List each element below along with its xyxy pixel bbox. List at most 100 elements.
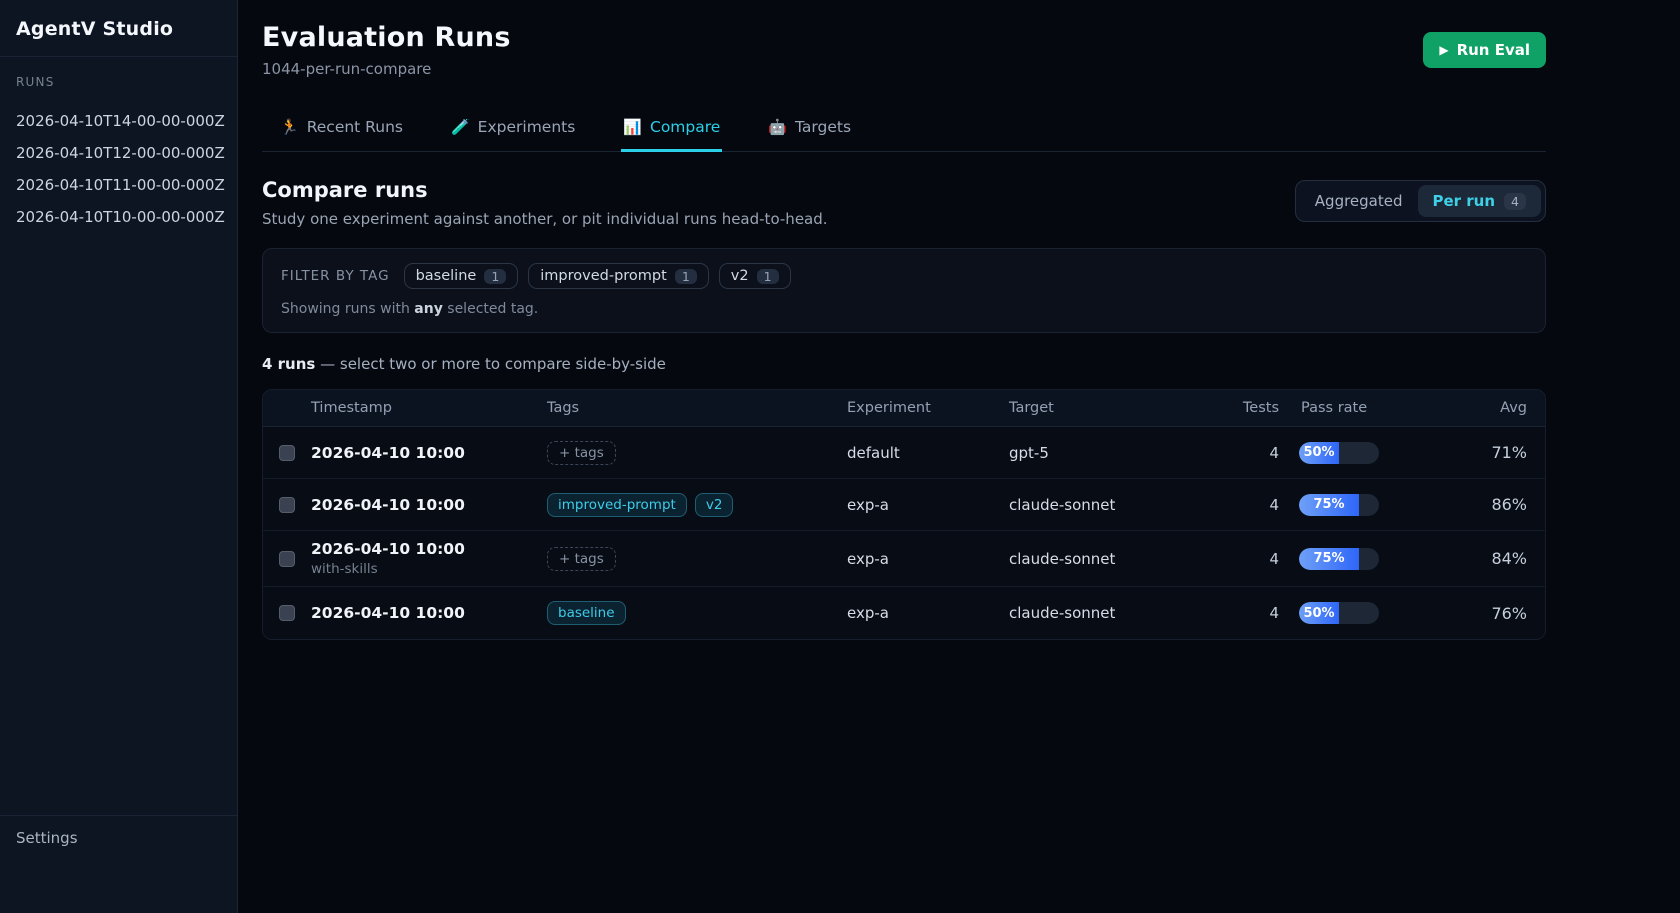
col-pass-rate: Pass rate [1279,400,1399,416]
runs-summary-text: — select two or more to compare side-by-… [315,355,666,373]
run-tag-improved-prompt[interactable]: improved-prompt [547,493,687,517]
timestamp-cell: 2026-04-10 10:00 [311,595,547,631]
play-icon: ▶ [1439,43,1448,57]
pass-rate-fill: 50% [1299,602,1339,624]
runs-section: RUNS 2026-04-10T14-00-00-000Z2026-04-10T… [0,57,237,233]
pass-rate-fill: 75% [1299,548,1359,570]
row-timestamp: 2026-04-10 10:00 [311,540,547,558]
avg-cell: 76% [1399,604,1527,623]
row-timestamp: 2026-04-10 10:00 [311,604,547,622]
toggle-aggregated[interactable]: Aggregated [1300,185,1418,217]
filter-hint: Showing runs with any selected tag. [281,301,1527,317]
row-checkbox[interactable] [279,497,295,513]
target-cell: claude-sonnet [1009,496,1224,514]
experiment-cell: default [847,444,1009,462]
row-checkbox[interactable] [279,445,295,461]
experiment-cell: exp-a [847,550,1009,568]
pass-rate-cell: 50% [1279,442,1399,464]
robot-icon: 🤖 [768,118,787,136]
filter-tag-count: 1 [675,269,697,284]
filter-tag-list: baseline1 improved-prompt 1 v2 1 [404,263,791,289]
add-tags-button[interactable]: + tags [547,547,616,571]
runs-summary-count: 4 runs [262,355,315,373]
tab-label: Recent Runs [307,118,403,136]
filter-tag-name: baseline [416,268,477,284]
per-run-count-badge: 4 [1504,193,1526,210]
filter-hint-bold: any [414,301,443,317]
row-checkbox[interactable] [279,605,295,621]
avg-cell: 71% [1399,443,1527,462]
add-tags-button[interactable]: + tags [547,441,616,465]
runs-section-label: RUNS [16,75,221,89]
timestamp-cell: 2026-04-10 10:00 [311,435,547,471]
settings-link[interactable]: Settings [0,815,237,913]
row-timestamp: 2026-04-10 10:00 [311,444,547,462]
filter-card: FILTER BY TAG baseline1improved-prompt1v… [262,248,1546,333]
tab-label: Compare [650,118,720,136]
toggle-per-run[interactable]: Per run 4 [1418,185,1542,217]
target-cell: gpt-5 [1009,444,1224,462]
compare-section-head: Compare runs Study one experiment agains… [262,178,1546,228]
filter-hint-prefix: Showing runs with [281,301,414,317]
experiment-cell: exp-a [847,496,1009,514]
checkbox-cell [263,445,311,461]
filter-tag-count: 1 [757,269,779,284]
app-title: AgentV Studio [0,0,237,57]
pass-rate-cell: 50% [1279,602,1399,624]
sidebar-run-item[interactable]: 2026-04-10T12-00-00-000Z [16,137,221,169]
col-tags: Tags [547,400,847,416]
target-cell: claude-sonnet [1009,604,1224,622]
tab-bar: 🏃 Recent Runs 🧪Experiments 📊Compare 🤖Targets [262,108,1546,152]
tab-targets[interactable]: 🤖Targets [766,108,853,152]
filter-tag-improved-prompt[interactable]: improved-prompt 1 [528,263,709,289]
sidebar-run-item[interactable]: 2026-04-10T11-00-00-000Z [16,169,221,201]
pass-rate-label: 50% [1303,606,1334,621]
filter-tag-v2[interactable]: v2 1 [719,263,791,289]
sidebar-run-item[interactable]: 2026-04-10T10-00-00-000Z [16,201,221,233]
tests-cell: 4 [1224,444,1279,462]
toggle-per-run-label: Per run [1433,192,1496,210]
row-checkbox[interactable] [279,551,295,567]
pass-rate-fill: 50% [1299,442,1339,464]
run-tag-baseline[interactable]: baseline [547,601,626,625]
filter-tag-name: improved-prompt [540,268,667,284]
checkbox-cell [263,551,311,567]
pass-rate-bar: 50% [1299,602,1379,624]
pass-rate-label: 50% [1303,445,1334,460]
avg-cell: 84% [1399,549,1527,568]
checkbox-cell [263,497,311,513]
pass-rate-label: 75% [1313,551,1344,566]
tab-experiments[interactable]: 🧪Experiments [449,108,577,152]
sidebar: AgentV Studio RUNS 2026-04-10T14-00-00-0… [0,0,238,913]
table-header-row: Timestamp Tags Experiment Target Tests P… [263,390,1545,427]
table-row: 2026-04-10 10:00baselineexp-aclaude-sonn… [263,587,1545,639]
filter-tag-baseline[interactable]: baseline1 [404,263,519,289]
tab-compare[interactable]: 📊Compare [621,108,722,152]
table-row: 2026-04-10 10:00improved-promptv2exp-acl… [263,479,1545,531]
tab-recent-runs[interactable]: 🏃 Recent Runs [278,108,405,152]
tests-cell: 4 [1224,604,1279,622]
filter-tag-name: v2 [731,268,749,284]
filter-label: FILTER BY TAG [281,268,390,284]
pass-rate-cell: 75% [1279,494,1399,516]
sidebar-run-item[interactable]: 2026-04-10T14-00-00-000Z [16,105,221,137]
pass-rate-fill: 75% [1299,494,1359,516]
page-subtitle: 1044-per-run-compare [262,60,1546,78]
run-eval-button[interactable]: ▶ Run Eval [1423,32,1546,68]
col-avg: Avg [1399,400,1527,416]
target-cell: claude-sonnet [1009,550,1224,568]
pass-rate-bar: 75% [1299,548,1379,570]
pass-rate-bar: 50% [1299,442,1379,464]
runs-table: Timestamp Tags Experiment Target Tests P… [262,389,1546,640]
tags-cell: + tags [547,547,847,571]
pass-rate-label: 75% [1313,497,1344,512]
compare-subtitle: Study one experiment against another, or… [262,210,828,228]
tests-cell: 4 [1224,550,1279,568]
tab-label: Experiments [478,118,576,136]
tags-cell: + tags [547,441,847,465]
table-row: 2026-04-10 10:00with-skills+ tagsexp-acl… [263,531,1545,587]
col-timestamp: Timestamp [311,400,547,416]
pass-rate-bar: 75% [1299,494,1379,516]
runner-icon: 🏃 [280,118,299,136]
run-tag-v2[interactable]: v2 [695,493,734,517]
